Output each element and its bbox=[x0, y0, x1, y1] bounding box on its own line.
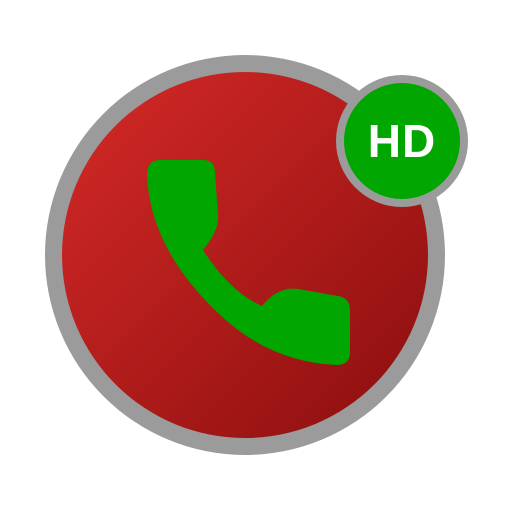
hd-badge-label: HD bbox=[367, 115, 437, 167]
app-icon-graphic bbox=[45, 55, 468, 455]
app-icon[interactable]: HD bbox=[0, 0, 512, 512]
